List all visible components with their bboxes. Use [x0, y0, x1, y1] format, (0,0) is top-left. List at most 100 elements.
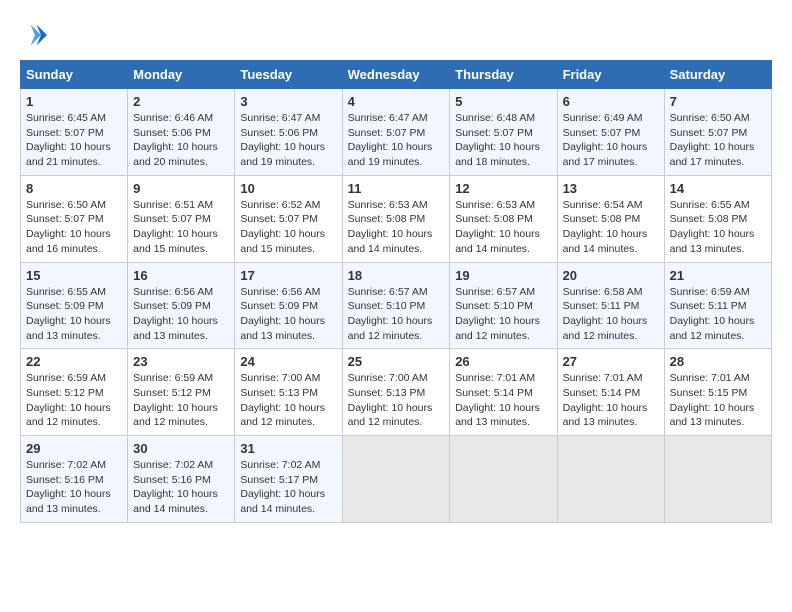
day-number: 11 [348, 181, 445, 196]
calendar-cell: 15 Sunrise: 6:55 AM Sunset: 5:09 PM Dayl… [21, 262, 128, 349]
day-number: 2 [133, 94, 229, 109]
day-number: 20 [563, 268, 659, 283]
calendar-cell [342, 436, 450, 523]
day-info: Sunrise: 6:50 AM Sunset: 5:07 PM Dayligh… [26, 198, 122, 257]
day-info: Sunrise: 6:56 AM Sunset: 5:09 PM Dayligh… [240, 285, 336, 344]
day-number: 18 [348, 268, 445, 283]
calendar-cell: 14 Sunrise: 6:55 AM Sunset: 5:08 PM Dayl… [664, 175, 771, 262]
day-info: Sunrise: 7:00 AM Sunset: 5:13 PM Dayligh… [348, 371, 445, 430]
calendar-cell: 1 Sunrise: 6:45 AM Sunset: 5:07 PM Dayli… [21, 89, 128, 176]
header-thursday: Thursday [450, 61, 557, 89]
calendar-cell [557, 436, 664, 523]
day-number: 19 [455, 268, 551, 283]
logo [20, 20, 54, 50]
calendar-cell: 26 Sunrise: 7:01 AM Sunset: 5:14 PM Dayl… [450, 349, 557, 436]
day-number: 8 [26, 181, 122, 196]
calendar-week-3: 15 Sunrise: 6:55 AM Sunset: 5:09 PM Dayl… [21, 262, 772, 349]
calendar-cell: 22 Sunrise: 6:59 AM Sunset: 5:12 PM Dayl… [21, 349, 128, 436]
calendar-cell: 12 Sunrise: 6:53 AM Sunset: 5:08 PM Dayl… [450, 175, 557, 262]
day-number: 23 [133, 354, 229, 369]
day-info: Sunrise: 7:02 AM Sunset: 5:16 PM Dayligh… [133, 458, 229, 517]
day-number: 16 [133, 268, 229, 283]
day-info: Sunrise: 7:02 AM Sunset: 5:17 PM Dayligh… [240, 458, 336, 517]
calendar-table: SundayMondayTuesdayWednesdayThursdayFrid… [20, 60, 772, 523]
calendar-cell: 20 Sunrise: 6:58 AM Sunset: 5:11 PM Dayl… [557, 262, 664, 349]
calendar-cell: 30 Sunrise: 7:02 AM Sunset: 5:16 PM Dayl… [128, 436, 235, 523]
calendar-week-5: 29 Sunrise: 7:02 AM Sunset: 5:16 PM Dayl… [21, 436, 772, 523]
calendar-cell: 18 Sunrise: 6:57 AM Sunset: 5:10 PM Dayl… [342, 262, 450, 349]
day-number: 17 [240, 268, 336, 283]
header-friday: Friday [557, 61, 664, 89]
calendar-cell: 27 Sunrise: 7:01 AM Sunset: 5:14 PM Dayl… [557, 349, 664, 436]
day-info: Sunrise: 7:01 AM Sunset: 5:14 PM Dayligh… [563, 371, 659, 430]
day-number: 27 [563, 354, 659, 369]
calendar-cell [664, 436, 771, 523]
calendar-cell: 21 Sunrise: 6:59 AM Sunset: 5:11 PM Dayl… [664, 262, 771, 349]
day-info: Sunrise: 6:58 AM Sunset: 5:11 PM Dayligh… [563, 285, 659, 344]
page-header [20, 20, 772, 50]
day-number: 29 [26, 441, 122, 456]
calendar-cell: 9 Sunrise: 6:51 AM Sunset: 5:07 PM Dayli… [128, 175, 235, 262]
day-info: Sunrise: 6:45 AM Sunset: 5:07 PM Dayligh… [26, 111, 122, 170]
day-info: Sunrise: 6:46 AM Sunset: 5:06 PM Dayligh… [133, 111, 229, 170]
day-info: Sunrise: 6:51 AM Sunset: 5:07 PM Dayligh… [133, 198, 229, 257]
day-info: Sunrise: 6:53 AM Sunset: 5:08 PM Dayligh… [455, 198, 551, 257]
day-info: Sunrise: 6:53 AM Sunset: 5:08 PM Dayligh… [348, 198, 445, 257]
day-info: Sunrise: 6:50 AM Sunset: 5:07 PM Dayligh… [670, 111, 766, 170]
calendar-week-4: 22 Sunrise: 6:59 AM Sunset: 5:12 PM Dayl… [21, 349, 772, 436]
day-info: Sunrise: 7:02 AM Sunset: 5:16 PM Dayligh… [26, 458, 122, 517]
day-info: Sunrise: 7:01 AM Sunset: 5:14 PM Dayligh… [455, 371, 551, 430]
day-info: Sunrise: 6:47 AM Sunset: 5:07 PM Dayligh… [348, 111, 445, 170]
calendar-cell: 19 Sunrise: 6:57 AM Sunset: 5:10 PM Dayl… [450, 262, 557, 349]
day-info: Sunrise: 6:52 AM Sunset: 5:07 PM Dayligh… [240, 198, 336, 257]
day-info: Sunrise: 7:00 AM Sunset: 5:13 PM Dayligh… [240, 371, 336, 430]
calendar-cell: 11 Sunrise: 6:53 AM Sunset: 5:08 PM Dayl… [342, 175, 450, 262]
calendar-cell: 5 Sunrise: 6:48 AM Sunset: 5:07 PM Dayli… [450, 89, 557, 176]
calendar-cell: 31 Sunrise: 7:02 AM Sunset: 5:17 PM Dayl… [235, 436, 342, 523]
header-sunday: Sunday [21, 61, 128, 89]
calendar-cell: 4 Sunrise: 6:47 AM Sunset: 5:07 PM Dayli… [342, 89, 450, 176]
day-number: 10 [240, 181, 336, 196]
day-info: Sunrise: 6:47 AM Sunset: 5:06 PM Dayligh… [240, 111, 336, 170]
day-info: Sunrise: 7:01 AM Sunset: 5:15 PM Dayligh… [670, 371, 766, 430]
calendar-cell: 13 Sunrise: 6:54 AM Sunset: 5:08 PM Dayl… [557, 175, 664, 262]
day-number: 3 [240, 94, 336, 109]
day-number: 21 [670, 268, 766, 283]
day-info: Sunrise: 6:55 AM Sunset: 5:09 PM Dayligh… [26, 285, 122, 344]
day-info: Sunrise: 6:57 AM Sunset: 5:10 PM Dayligh… [455, 285, 551, 344]
day-info: Sunrise: 6:59 AM Sunset: 5:11 PM Dayligh… [670, 285, 766, 344]
day-number: 12 [455, 181, 551, 196]
calendar-cell: 24 Sunrise: 7:00 AM Sunset: 5:13 PM Dayl… [235, 349, 342, 436]
day-number: 30 [133, 441, 229, 456]
calendar-cell [450, 436, 557, 523]
day-info: Sunrise: 6:59 AM Sunset: 5:12 PM Dayligh… [133, 371, 229, 430]
day-info: Sunrise: 6:54 AM Sunset: 5:08 PM Dayligh… [563, 198, 659, 257]
calendar-cell: 25 Sunrise: 7:00 AM Sunset: 5:13 PM Dayl… [342, 349, 450, 436]
calendar-header-row: SundayMondayTuesdayWednesdayThursdayFrid… [21, 61, 772, 89]
header-monday: Monday [128, 61, 235, 89]
calendar-cell: 23 Sunrise: 6:59 AM Sunset: 5:12 PM Dayl… [128, 349, 235, 436]
day-number: 28 [670, 354, 766, 369]
calendar-cell: 3 Sunrise: 6:47 AM Sunset: 5:06 PM Dayli… [235, 89, 342, 176]
day-number: 6 [563, 94, 659, 109]
day-number: 4 [348, 94, 445, 109]
day-number: 15 [26, 268, 122, 283]
calendar-cell: 16 Sunrise: 6:56 AM Sunset: 5:09 PM Dayl… [128, 262, 235, 349]
day-number: 22 [26, 354, 122, 369]
header-wednesday: Wednesday [342, 61, 450, 89]
calendar-cell: 8 Sunrise: 6:50 AM Sunset: 5:07 PM Dayli… [21, 175, 128, 262]
day-number: 9 [133, 181, 229, 196]
day-number: 5 [455, 94, 551, 109]
calendar-cell: 10 Sunrise: 6:52 AM Sunset: 5:07 PM Dayl… [235, 175, 342, 262]
header-tuesday: Tuesday [235, 61, 342, 89]
day-info: Sunrise: 6:59 AM Sunset: 5:12 PM Dayligh… [26, 371, 122, 430]
day-number: 31 [240, 441, 336, 456]
calendar-cell: 29 Sunrise: 7:02 AM Sunset: 5:16 PM Dayl… [21, 436, 128, 523]
day-info: Sunrise: 6:55 AM Sunset: 5:08 PM Dayligh… [670, 198, 766, 257]
day-number: 14 [670, 181, 766, 196]
day-number: 1 [26, 94, 122, 109]
day-number: 26 [455, 354, 551, 369]
day-info: Sunrise: 6:56 AM Sunset: 5:09 PM Dayligh… [133, 285, 229, 344]
day-number: 25 [348, 354, 445, 369]
day-info: Sunrise: 6:49 AM Sunset: 5:07 PM Dayligh… [563, 111, 659, 170]
